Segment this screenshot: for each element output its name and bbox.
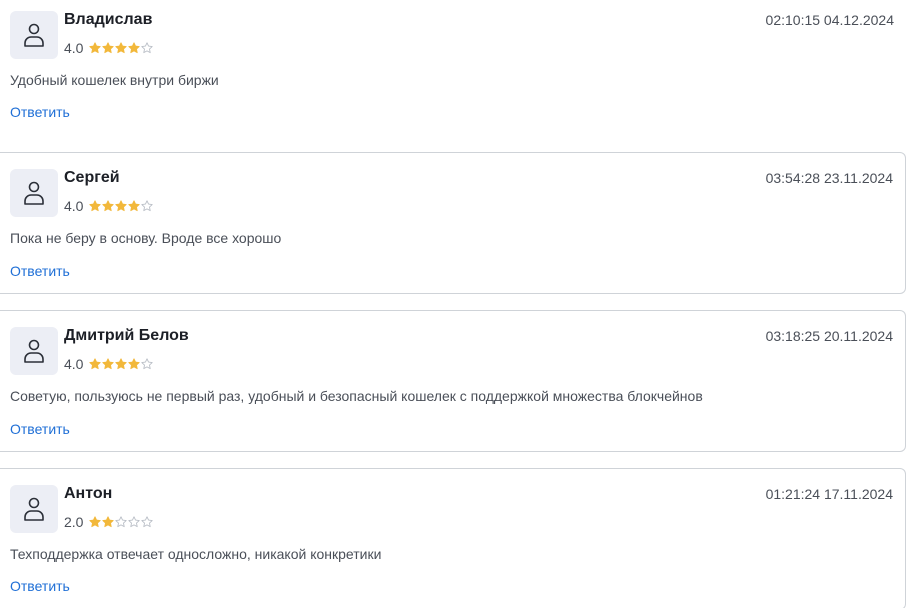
review-card: Дмитрий Белов 4.0 03:18:25 20.11.2024 Со… <box>0 310 906 452</box>
star-filled-icon <box>89 358 102 370</box>
review-text: Советую, пользуюсь не первый раз, удобны… <box>10 388 703 404</box>
star-rating <box>89 42 154 54</box>
star-empty-icon <box>141 200 154 212</box>
star-empty-icon <box>128 516 141 528</box>
star-rating <box>89 200 154 212</box>
reply-link[interactable]: Ответить <box>10 578 70 594</box>
user-icon <box>24 339 44 363</box>
rating-value: 4.0 <box>64 40 84 56</box>
review-date: 02:10:15 04.12.2024 <box>765 12 894 28</box>
review-author: Владислав <box>64 11 153 28</box>
star-empty-icon <box>115 516 128 528</box>
avatar <box>10 169 58 217</box>
review-author: Сергей <box>64 169 120 186</box>
star-rating <box>89 358 154 370</box>
star-empty-icon <box>141 516 154 528</box>
star-empty-icon <box>141 42 154 54</box>
review-date: 03:54:28 23.11.2024 <box>765 170 893 186</box>
avatar <box>10 11 58 59</box>
user-icon <box>24 181 44 205</box>
star-filled-icon <box>89 42 102 54</box>
review-text: Пока не беру в основу. Вроде все хорошо <box>10 230 282 246</box>
star-filled-icon <box>102 200 115 212</box>
star-filled-icon <box>89 516 102 528</box>
star-filled-icon <box>89 200 102 212</box>
review-rating: 4.0 <box>64 40 154 56</box>
reply-link[interactable]: Ответить <box>10 421 70 437</box>
review-rating: 2.0 <box>64 514 154 530</box>
star-rating <box>89 516 154 528</box>
star-filled-icon <box>128 42 141 54</box>
review-author: Антон <box>64 485 113 502</box>
review-text: Удобный кошелек внутри биржи <box>10 72 219 88</box>
review-date: 03:18:25 20.11.2024 <box>765 328 893 344</box>
star-filled-icon <box>102 42 115 54</box>
review-rating: 4.0 <box>64 198 154 214</box>
star-filled-icon <box>128 200 141 212</box>
review-card: Антон 2.0 01:21:24 17.11.2024 Техподдерж… <box>0 468 906 608</box>
review-rating: 4.0 <box>64 356 154 372</box>
star-empty-icon <box>141 358 154 370</box>
reply-link[interactable]: Ответить <box>10 263 70 279</box>
review-text: Техподдержка отвечает односложно, никако… <box>10 546 382 562</box>
review-author: Дмитрий Белов <box>64 327 189 344</box>
reviews-list: Владислав 4.0 02:10:15 04.12.2024 Удобны… <box>0 0 908 608</box>
rating-value: 2.0 <box>64 514 84 530</box>
review-card: Владислав 4.0 02:10:15 04.12.2024 Удобны… <box>0 0 906 138</box>
reply-link[interactable]: Ответить <box>10 104 70 120</box>
star-filled-icon <box>115 42 128 54</box>
star-filled-icon <box>115 200 128 212</box>
user-icon <box>24 23 44 47</box>
star-filled-icon <box>115 358 128 370</box>
rating-value: 4.0 <box>64 198 84 214</box>
star-filled-icon <box>128 358 141 370</box>
rating-value: 4.0 <box>64 356 84 372</box>
review-card: Сергей 4.0 03:54:28 23.11.2024 Пока не б… <box>0 152 906 294</box>
review-date: 01:21:24 17.11.2024 <box>765 486 893 502</box>
avatar <box>10 485 58 533</box>
star-filled-icon <box>102 358 115 370</box>
star-filled-icon <box>102 516 115 528</box>
avatar <box>10 327 58 375</box>
user-icon <box>24 497 44 521</box>
